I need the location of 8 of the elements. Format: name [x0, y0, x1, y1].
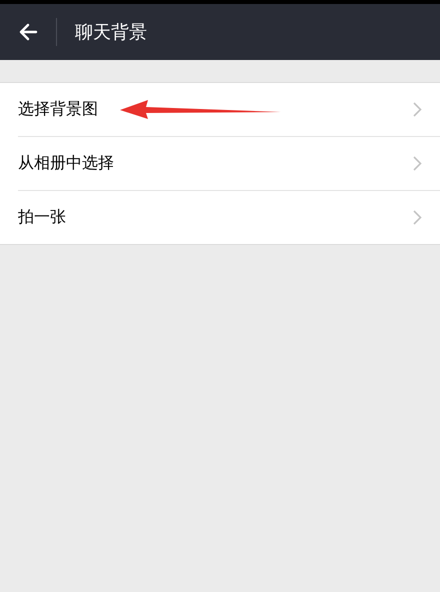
- chevron-icon: [413, 156, 422, 171]
- chevron-icon: [413, 210, 422, 225]
- chevron-icon: [413, 102, 422, 117]
- menu-item[interactable]: 从相册中选择: [18, 137, 440, 190]
- menu-item[interactable]: 拍一张: [18, 191, 440, 244]
- menu-item[interactable]: 选择背景图: [18, 83, 440, 136]
- page-title: 聊天背景: [75, 20, 147, 44]
- back-icon: [18, 23, 38, 41]
